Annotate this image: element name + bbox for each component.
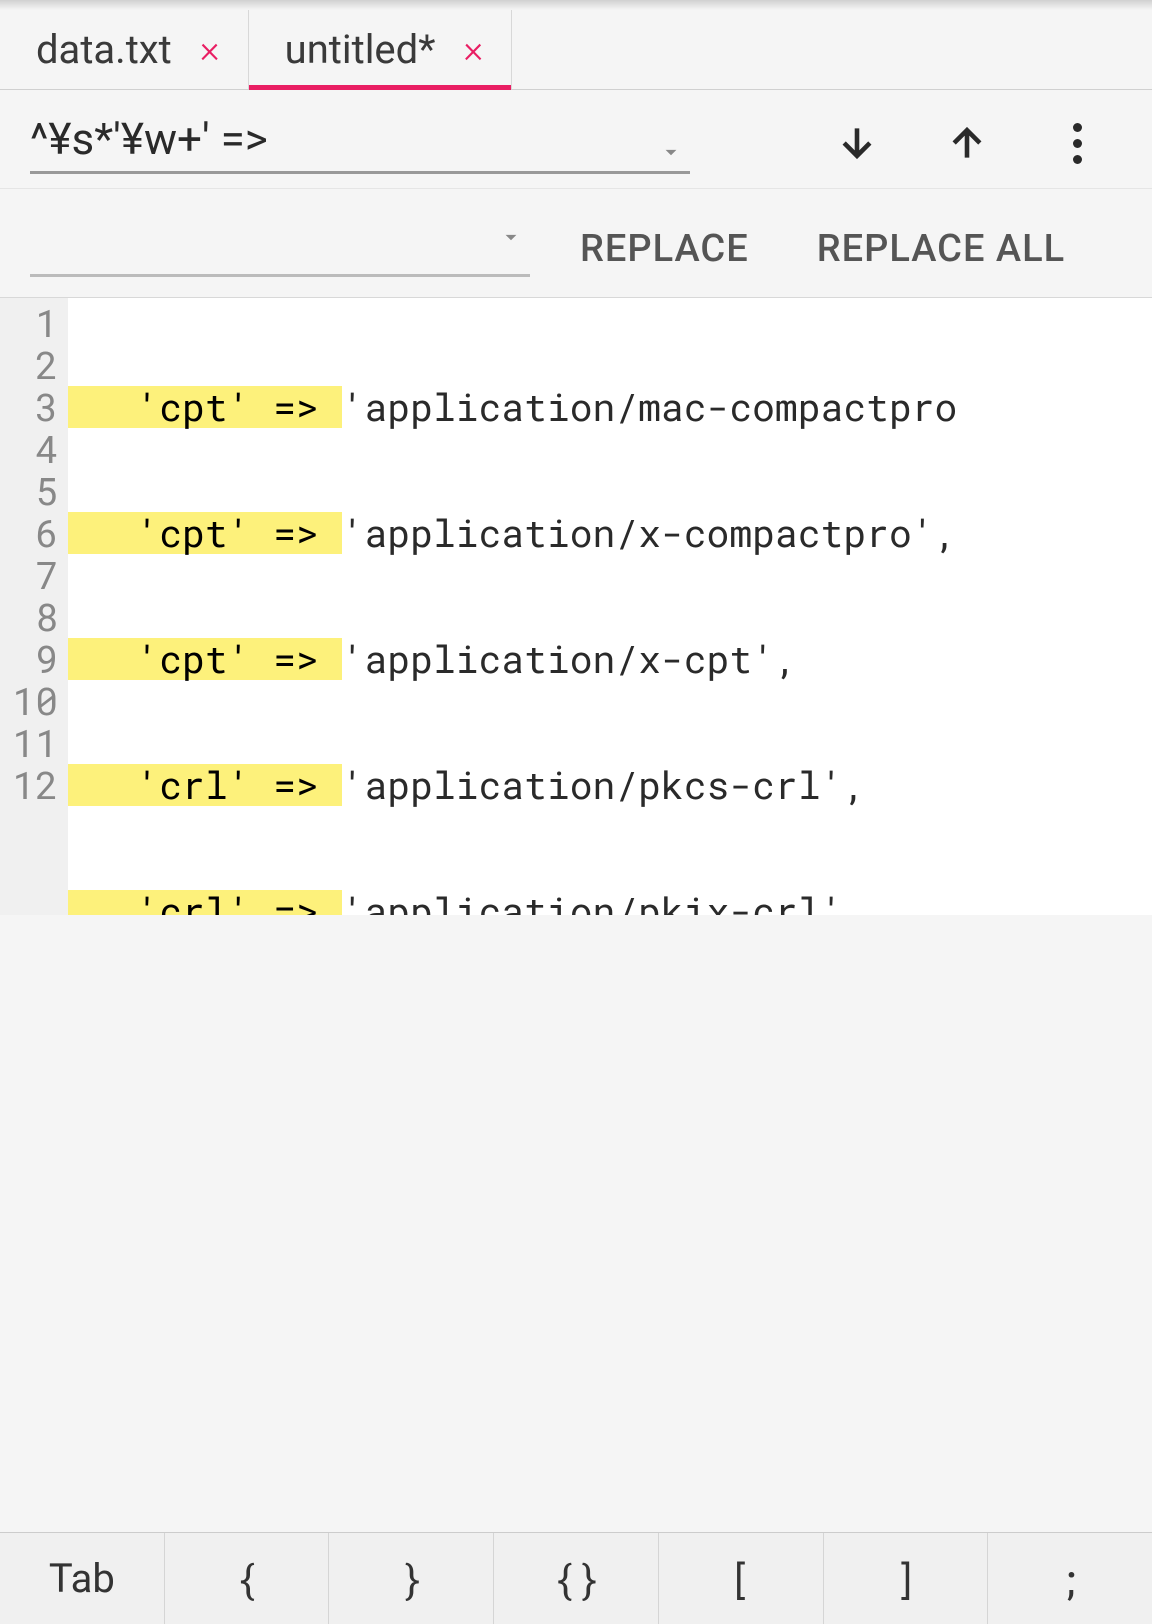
key-open-bracket[interactable]: [ [659, 1533, 824, 1624]
key-open-brace[interactable]: { [165, 1533, 330, 1624]
replace-bar: REPLACE REPLACE ALL [0, 189, 1152, 298]
tab-data-txt[interactable]: data.txt × [0, 10, 249, 89]
line-number: 10 [6, 680, 58, 722]
search-match-highlight: 'cpt' => [68, 386, 342, 428]
find-next-button[interactable] [812, 108, 902, 178]
kebab-icon [1073, 123, 1082, 164]
line-number: 8 [6, 596, 58, 638]
line-number: 3 [6, 386, 58, 428]
dropdown-icon[interactable] [652, 139, 690, 165]
replace-button[interactable]: REPLACE [562, 219, 767, 279]
code-text: 'application/pkcs-crl', [342, 764, 867, 806]
line-number: 5 [6, 470, 58, 512]
search-match-highlight: 'cpt' => [68, 638, 342, 680]
close-icon[interactable]: × [200, 31, 220, 69]
code-line[interactable]: 'crl' => 'application/pkcs-crl', [68, 764, 1152, 806]
search-input[interactable] [30, 113, 652, 165]
code-line[interactable]: 'cpt' => 'application/x-cpt', [68, 638, 1152, 680]
line-number: 11 [6, 722, 58, 764]
key-close-brace[interactable]: } [329, 1533, 494, 1624]
find-prev-button[interactable] [922, 108, 1012, 178]
tab-label: untitled* [285, 26, 436, 73]
tab-label: data.txt [36, 26, 172, 73]
line-number: 12 [6, 764, 58, 806]
replace-input[interactable] [30, 205, 493, 250]
line-number: 6 [6, 512, 58, 554]
code-text: 'application/x-cpt', [342, 638, 798, 680]
key-semicolon[interactable]: ; [988, 1533, 1152, 1624]
code-content[interactable]: 'cpt' => 'application/mac-compactpro 'cp… [68, 298, 1152, 915]
line-number: 2 [6, 344, 58, 386]
search-match-highlight: 'cpt' => [68, 512, 342, 554]
search-match-highlight: 'crl' => [68, 764, 342, 806]
code-text: 'application/pkix-crl', [342, 890, 867, 915]
search-input-wrap [30, 113, 690, 174]
editor-area[interactable]: 1 2 3 4 5 6 7 8 9 10 11 12 'cpt' => 'app… [0, 298, 1152, 915]
shortcut-key-bar: Tab { } {} [ ] ; [0, 1532, 1152, 1624]
line-gutter: 1 2 3 4 5 6 7 8 9 10 11 12 [0, 298, 68, 915]
code-text: 'application/x-compactpro', [342, 512, 958, 554]
close-icon[interactable]: × [463, 31, 483, 69]
replace-all-button[interactable]: REPLACE ALL [799, 219, 1083, 279]
code-line[interactable]: 'crl' => 'application/pkix-crl', [68, 890, 1152, 915]
line-number: 4 [6, 428, 58, 470]
key-tab[interactable]: Tab [0, 1533, 165, 1624]
search-bar [0, 90, 1152, 189]
line-number: 7 [6, 554, 58, 596]
tab-bar: data.txt × untitled* × [0, 10, 1152, 90]
search-match-highlight: 'crl' => [68, 890, 342, 915]
tab-untitled[interactable]: untitled* × [249, 10, 513, 89]
editor-filler [0, 915, 1152, 1532]
overflow-menu-button[interactable] [1032, 108, 1122, 178]
code-text: 'application/mac-compactpro [342, 386, 958, 428]
code-line[interactable]: 'cpt' => 'application/x-compactpro', [68, 512, 1152, 554]
key-close-bracket[interactable]: ] [824, 1533, 989, 1624]
replace-input-wrap [30, 221, 530, 277]
line-number: 9 [6, 638, 58, 680]
key-braces[interactable]: {} [494, 1533, 659, 1624]
dropdown-icon[interactable] [493, 224, 530, 250]
code-line[interactable]: 'cpt' => 'application/mac-compactpro [68, 386, 1152, 428]
window-top-shadow [0, 0, 1152, 10]
line-number: 1 [6, 302, 58, 344]
